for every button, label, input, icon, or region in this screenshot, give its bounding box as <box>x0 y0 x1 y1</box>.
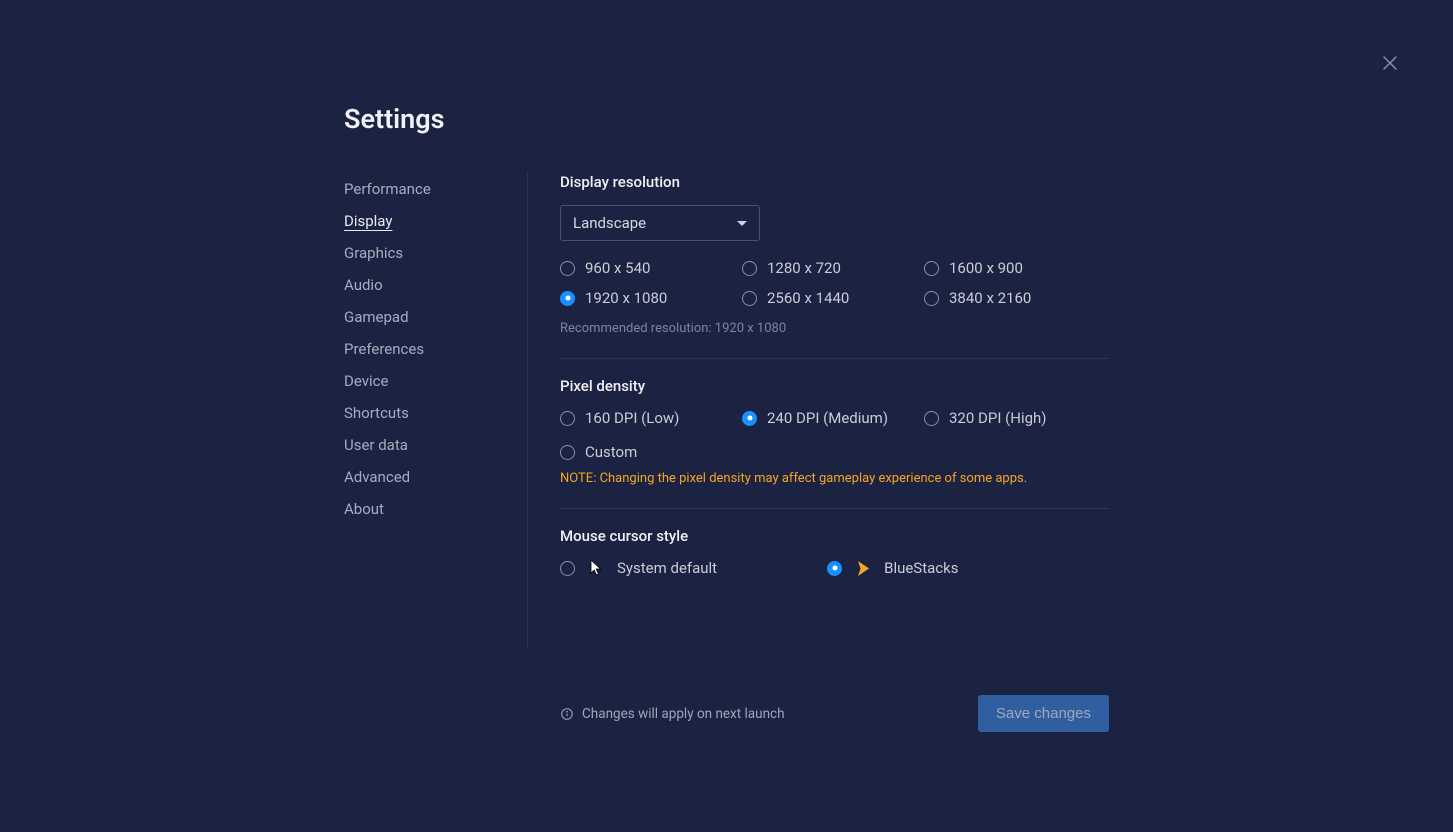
radio-icon <box>924 411 939 426</box>
sidebar-item-device[interactable]: Device <box>344 365 507 397</box>
main-panel: Display resolution Landscape 960 x 540 12… <box>528 173 1109 647</box>
cursor-option-label: BlueStacks <box>884 559 958 577</box>
sidebar-item-shortcuts[interactable]: Shortcuts <box>344 397 507 429</box>
resolution-option[interactable]: 1600 x 900 <box>924 259 1106 277</box>
radio-icon <box>560 445 575 460</box>
pixel-density-title: Pixel density <box>560 377 1109 395</box>
radio-icon <box>827 561 842 576</box>
sidebar-item-advanced[interactable]: Advanced <box>344 461 507 493</box>
cursor-style-options: System default BlueStacks <box>560 559 1109 577</box>
sidebar-item-audio[interactable]: Audio <box>344 269 507 301</box>
save-changes-button[interactable]: Save changes <box>978 695 1109 732</box>
cursor-option[interactable]: BlueStacks <box>827 559 958 577</box>
section-pixel-density: Pixel density 160 DPI (Low) 240 DPI (Medi… <box>560 377 1109 509</box>
radio-label: 1280 x 720 <box>767 259 841 277</box>
orientation-select-value: Landscape <box>573 214 646 232</box>
radio-label: 960 x 540 <box>585 259 650 277</box>
resolution-option[interactable]: 2560 x 1440 <box>742 289 924 307</box>
radio-icon <box>560 261 575 276</box>
section-cursor-style: Mouse cursor style System default BlueSta… <box>560 527 1109 599</box>
close-button[interactable] <box>1379 52 1401 74</box>
resolution-options: 960 x 540 1280 x 720 1600 x 900 1920 x 1080… <box>560 259 1109 307</box>
resolution-option[interactable]: 960 x 540 <box>560 259 742 277</box>
sidebar-item-about[interactable]: About <box>344 493 507 525</box>
resolution-option[interactable]: 1920 x 1080 <box>560 289 742 307</box>
sidebar-item-graphics[interactable]: Graphics <box>344 237 507 269</box>
dpi-option[interactable]: 240 DPI (Medium) <box>742 409 924 427</box>
cursor-option[interactable]: System default <box>560 559 717 577</box>
radio-icon <box>924 291 939 306</box>
radio-icon <box>560 291 575 306</box>
resolution-option[interactable]: 1280 x 720 <box>742 259 924 277</box>
radio-icon <box>924 261 939 276</box>
cursor-bluestacks-icon <box>854 560 872 577</box>
sidebar-item-gamepad[interactable]: Gamepad <box>344 301 507 333</box>
page-title: Settings <box>344 103 1109 135</box>
resolution-option[interactable]: 3840 x 2160 <box>924 289 1106 307</box>
pixel-density-options: 160 DPI (Low) 240 DPI (Medium) 320 DPI (Hi… <box>560 409 1109 461</box>
radio-icon <box>560 561 575 576</box>
sidebar-item-user-data[interactable]: User data <box>344 429 507 461</box>
cursor-option-label: System default <box>617 559 717 577</box>
radio-label: 3840 x 2160 <box>949 289 1031 307</box>
chevron-down-icon <box>737 221 747 226</box>
radio-label: Custom <box>585 443 637 461</box>
section-display-resolution: Display resolution Landscape 960 x 540 12… <box>560 173 1109 359</box>
radio-icon <box>742 291 757 306</box>
sidebar-item-preferences[interactable]: Preferences <box>344 333 507 365</box>
sidebar-item-display[interactable]: Display <box>344 205 507 237</box>
info-icon <box>560 707 574 721</box>
cursor-style-title: Mouse cursor style <box>560 527 1109 545</box>
radio-icon <box>742 261 757 276</box>
dpi-option[interactable]: Custom <box>560 443 742 461</box>
recommended-resolution-text: Recommended resolution: 1920 x 1080 <box>560 321 1109 336</box>
radio-label: 240 DPI (Medium) <box>767 409 888 427</box>
display-resolution-title: Display resolution <box>560 173 1109 191</box>
orientation-select[interactable]: Landscape <box>560 205 760 241</box>
cursor-arrow-icon <box>587 559 605 577</box>
radio-label: 160 DPI (Low) <box>585 409 679 427</box>
radio-icon <box>742 411 757 426</box>
footer-bar: Changes will apply on next launch Save c… <box>560 695 1109 732</box>
radio-label: 2560 x 1440 <box>767 289 849 307</box>
radio-icon <box>560 411 575 426</box>
dpi-option[interactable]: 160 DPI (Low) <box>560 409 742 427</box>
sidebar-item-performance[interactable]: Performance <box>344 173 507 205</box>
sidebar: PerformanceDisplayGraphicsAudioGamepadPr… <box>344 173 528 647</box>
footer-info-text: Changes will apply on next launch <box>582 706 785 722</box>
radio-label: 1600 x 900 <box>949 259 1023 277</box>
dpi-option[interactable]: 320 DPI (High) <box>924 409 1106 427</box>
radio-label: 1920 x 1080 <box>585 289 667 307</box>
pixel-density-note: NOTE: Changing the pixel density may aff… <box>560 471 1109 486</box>
radio-label: 320 DPI (High) <box>949 409 1047 427</box>
